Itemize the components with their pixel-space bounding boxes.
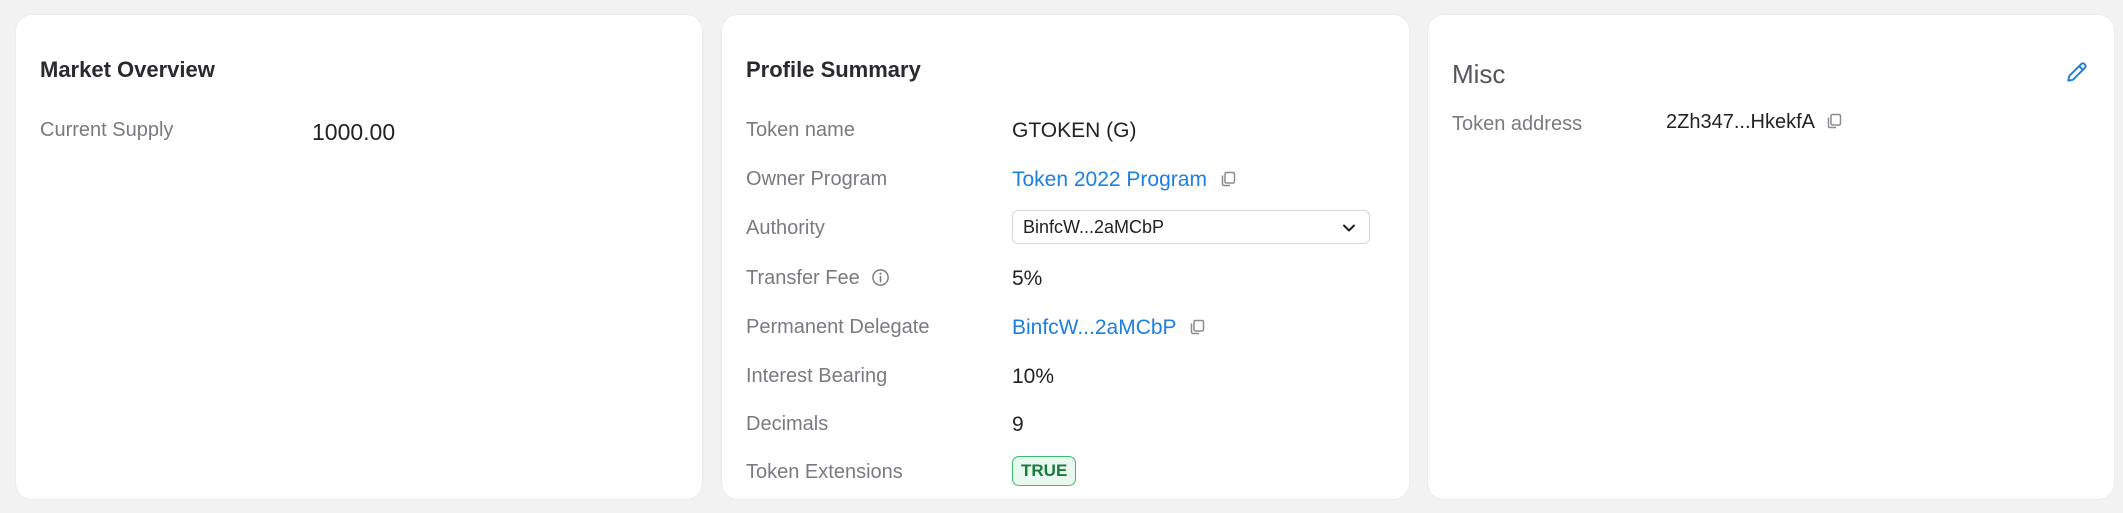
decimals-label: Decimals (746, 413, 829, 435)
profile-summary-card: Profile Summary Token name GTOKEN (G) Ow… (722, 15, 1409, 499)
authority-row: Authority BinfcW...2aMCbP (746, 210, 1385, 247)
token-address-label: Token address (1452, 113, 1583, 135)
transfer-fee-label-text: Transfer Fee (746, 267, 860, 289)
cards-container: Market Overview Current Supply 1000.00 P… (0, 0, 2123, 513)
decimals-row: Decimals 9 (746, 409, 1385, 443)
decimals-value: 9 (1012, 413, 1024, 436)
info-icon[interactable] (871, 268, 890, 287)
chevron-down-icon (1343, 224, 1355, 232)
current-supply-label: Current Supply (40, 119, 174, 141)
token-address-value: 2Zh347...HkekfA (1666, 111, 1843, 134)
copy-icon[interactable] (1825, 112, 1843, 130)
copy-icon[interactable] (1188, 318, 1206, 336)
owner-program-row: Owner Program Token 2022 Program (746, 164, 1385, 198)
owner-program-link[interactable]: Token 2022 Program (1012, 168, 1207, 191)
pencil-icon[interactable] (2064, 59, 2090, 85)
permanent-delegate-label: Permanent Delegate (746, 316, 930, 338)
token-extensions-row: Token Extensions TRUE (746, 456, 1385, 491)
token-name-value: GTOKEN (G) (1012, 119, 1137, 142)
transfer-fee-value: 5% (1012, 267, 1043, 290)
interest-bearing-label: Interest Bearing (746, 365, 888, 387)
current-supply-row: Current Supply 1000.00 (40, 115, 678, 149)
copy-icon[interactable] (1219, 170, 1237, 188)
status-badge: TRUE (1012, 456, 1077, 486)
misc-card: Misc Token address 2Zh347...HkekfA (1428, 15, 2114, 499)
permanent-delegate-value: BinfcW...2aMCbP (1012, 316, 1206, 340)
token-name-row: Token name GTOKEN (G) (746, 115, 1385, 149)
transfer-fee-row: Transfer Fee 5% (746, 263, 1385, 297)
card-title: Market Overview (40, 57, 215, 82)
owner-program-value: Token 2022 Program (1012, 168, 1237, 192)
permanent-delegate-row: Permanent Delegate BinfcW...2aMCbP (746, 312, 1385, 346)
card-title: Profile Summary (746, 57, 921, 82)
interest-bearing-value: 10% (1012, 365, 1055, 388)
market-overview-card: Market Overview Current Supply 1000.00 (16, 15, 702, 499)
owner-program-label: Owner Program (746, 168, 888, 190)
authority-label: Authority (746, 217, 825, 239)
authority-select[interactable]: BinfcW...2aMCbP (1012, 210, 1370, 244)
token-address-row: Token address 2Zh347...HkekfA (1452, 109, 2090, 143)
transfer-fee-label: Transfer Fee (746, 267, 890, 290)
interest-bearing-row: Interest Bearing 10% (746, 361, 1385, 395)
permanent-delegate-link[interactable]: BinfcW...2aMCbP (1012, 316, 1176, 339)
current-supply-value: 1000.00 (312, 119, 396, 145)
token-extensions-label: Token Extensions (746, 461, 903, 483)
card-title: Misc (1452, 59, 1506, 89)
authority-selected-value: BinfcW...2aMCbP (1023, 217, 1165, 237)
token-address-text: 2Zh347...HkekfA (1666, 111, 1814, 133)
token-name-label: Token name (746, 119, 855, 141)
